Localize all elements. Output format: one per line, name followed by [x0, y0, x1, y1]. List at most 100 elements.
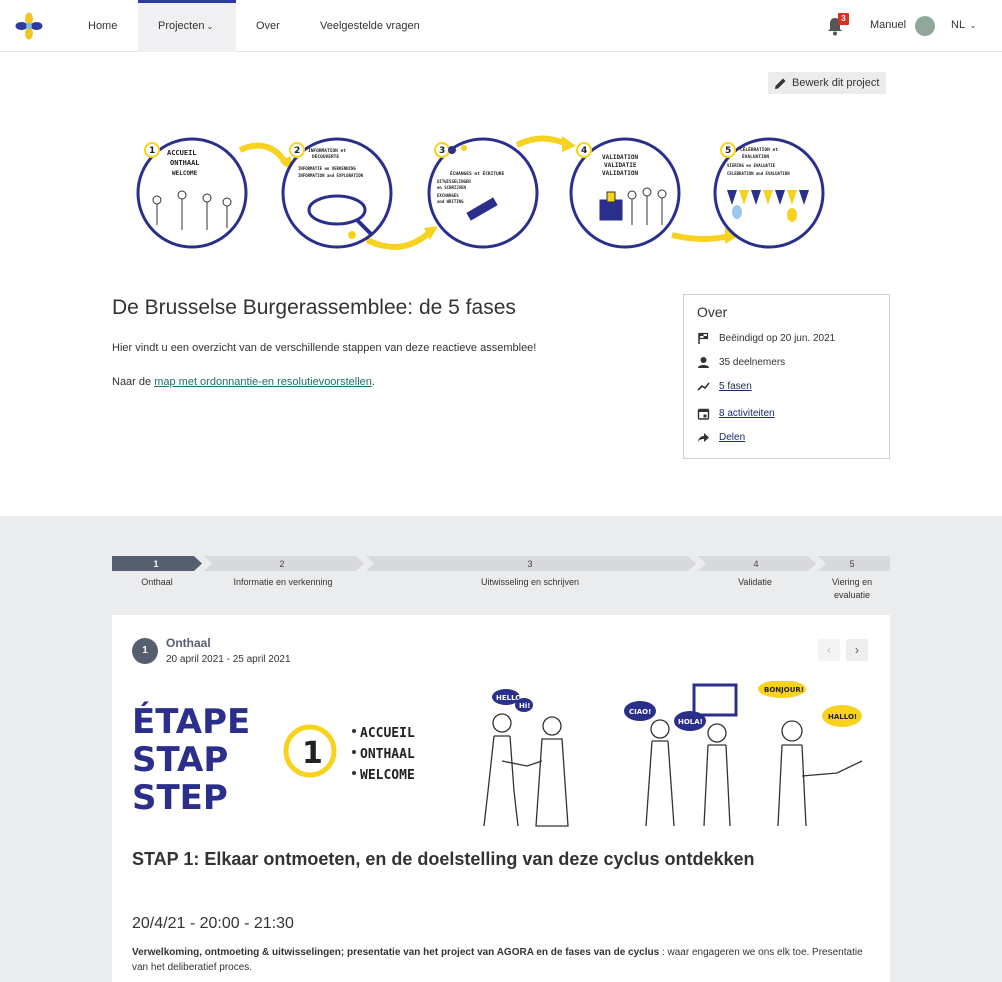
nav-faq-label: Veelgestelde vragen [320, 20, 420, 32]
chevron-down-icon: ⌄ [206, 22, 214, 31]
edit-project-label: Bewerk dit project [792, 77, 880, 89]
project-title: De Brusselse Burgerassemblee: de 5 fases [112, 296, 516, 319]
banner-text: WELCOME [172, 170, 198, 177]
proposals-map-link[interactable]: map met ordonnantie-en resolutievoorstel… [154, 376, 372, 388]
stap-text: STAP [132, 740, 228, 780]
stepper-num-2: 2 [279, 559, 284, 569]
about-row-share[interactable]: Delen [697, 431, 745, 444]
banner-text: en SCHRIJVEN [437, 185, 466, 190]
top-navbar: Home Projecten ⌄ Over Veelgestelde vragen… [0, 0, 1002, 52]
banner-num-4: 4 [581, 146, 587, 156]
chevron-right-icon: › [855, 643, 859, 657]
about-row-phases[interactable]: 5 fasen [697, 380, 752, 393]
session-time: 20/4/21 - 20:00 - 21:30 [132, 915, 294, 932]
share-icon [698, 433, 709, 442]
phase-illustration: ÉTAPE STAP STEP 1 ACCUEIL ONTHAAL WELCOM… [132, 681, 863, 827]
bubble-ciao: CIAO! [629, 708, 651, 716]
project-description: Hier vindt u een overzicht van de versch… [112, 342, 537, 354]
banner-text: ACCUEIL [167, 149, 197, 157]
about-title: Over [697, 304, 728, 320]
nav-about[interactable]: Over [236, 0, 300, 52]
illus-line-3: WELCOME [360, 768, 415, 783]
banner-text: VIERING en EVALUATIE [727, 163, 776, 168]
flag-icon [698, 332, 709, 344]
banner-text: INFORMATION et [308, 148, 346, 154]
banner-num-5: 5 [725, 146, 731, 156]
notification-badge: 3 [838, 13, 849, 25]
phase-card: 1 Onthaal 20 april 2021 - 25 april 2021 … [112, 615, 890, 982]
illus-line-2: ONTHAAL [360, 747, 415, 762]
banner-num-1: 1 [149, 146, 155, 156]
stepper-label-4[interactable]: Validatie [698, 576, 812, 589]
stepper-num-4: 4 [753, 559, 758, 569]
illus-line-1: ACCUEIL [360, 726, 415, 741]
about-phases-link[interactable]: 5 fasen [719, 381, 752, 392]
session-description: Verwelkoming, ontmoeting & uitwisselinge… [132, 945, 872, 975]
link-suffix: . [371, 376, 375, 388]
nav-projects-label: Projecten [158, 20, 205, 32]
chevron-down-icon: ⌄ [969, 21, 977, 30]
nav-about-label: Over [256, 20, 280, 32]
banner-text: UITWISSELINGEN [437, 179, 471, 184]
nav-projects[interactable]: Projecten ⌄ [138, 0, 236, 52]
nav-faq[interactable]: Veelgestelde vragen [300, 0, 440, 52]
link-prefix: Naar de [112, 376, 155, 388]
about-share-link[interactable]: Delen [719, 432, 745, 443]
nav-home[interactable]: Home [68, 0, 137, 52]
stepper-num-3: 3 [527, 559, 532, 569]
stepper-num-5: 5 [849, 559, 854, 569]
etape-text: ÉTAPE [132, 701, 250, 742]
about-participants-text: 35 deelnemers [719, 357, 786, 368]
banner-text: and WRITING [437, 199, 464, 204]
stepper-label-1[interactable]: Onthaal [112, 576, 202, 589]
step-text: STEP [132, 778, 228, 818]
session-description-bold: Verwelkoming, ontmoeting & uitwisselinge… [132, 947, 660, 958]
chevron-left-icon: ‹ [827, 643, 831, 657]
calendar-icon [697, 408, 710, 420]
bubble-hi: Hi! [519, 702, 530, 710]
logo-icon[interactable] [14, 11, 44, 41]
user-name[interactable]: Manuel [870, 19, 906, 31]
pencil-icon [775, 78, 786, 89]
about-row-activities[interactable]: 8 activiteiten [697, 407, 775, 420]
step-heading: STAP 1: Elkaar ontmoeten, en de doelstel… [132, 849, 755, 869]
language-selector[interactable]: NL ⌄ [951, 19, 976, 31]
bubble-hallo: HALLO! [828, 713, 857, 721]
about-activities-link[interactable]: 8 activiteiten [719, 408, 775, 419]
banner-text: VALIDATION [602, 170, 639, 177]
about-ended-text: Beëindigd op 20 jun. 2021 [719, 333, 836, 344]
phase-dates: 20 april 2021 - 25 april 2021 [166, 654, 291, 665]
phase-name: Onthaal [166, 636, 211, 650]
banner-text: ONTHAAL [170, 159, 200, 167]
phase-stepper: 1 2 3 4 5 [112, 556, 890, 571]
avatar[interactable] [915, 16, 935, 36]
trend-icon [697, 382, 710, 391]
language-label: NL [951, 19, 965, 31]
banner-text: INFORMATION and EXPLORATION [298, 173, 364, 178]
next-phase-button[interactable]: › [846, 639, 868, 661]
about-row-participants: 35 deelnemers [697, 356, 785, 369]
stepper-label-5[interactable]: Viering en evaluatie [822, 576, 882, 602]
previous-phase-button[interactable]: ‹ [818, 639, 840, 661]
person-icon [698, 357, 709, 368]
banner-text: INFORMATIE en VERKENNING [298, 166, 356, 171]
illus-number: 1 [302, 736, 323, 771]
about-box: Over Beëindigd op 20 jun. 2021 35 deelne… [683, 294, 890, 459]
stepper-label-3[interactable]: Uitwisseling en schrijven [366, 576, 694, 589]
phases-banner-illustration: 1 2 3 4 5 ACCUEIL ONTHAAL WELCOME INFORM… [136, 135, 825, 250]
banner-text: VALIDATION [602, 154, 639, 161]
bubble-bonjour: BONJOUR! [764, 686, 804, 694]
about-row-ended: Beëindigd op 20 jun. 2021 [697, 332, 835, 345]
banner-text: CELEBRATION and EVALUATION [727, 171, 790, 176]
banner-text: VALIDATIE [604, 162, 637, 169]
bubble-hola: HOLA! [678, 718, 703, 726]
project-link-line: Naar de map met ordonnantie-en resolutie… [112, 376, 632, 388]
edit-project-button[interactable]: Bewerk dit project [768, 72, 887, 94]
phase-number-badge: 1 [132, 638, 158, 664]
stepper-label-2[interactable]: Informatie en verkenning [204, 576, 362, 589]
stepper-num-1: 1 [153, 559, 158, 569]
banner-num-2: 2 [294, 146, 300, 156]
banner-num-3: 3 [439, 146, 445, 156]
banner-text: EXCHANGES [437, 193, 459, 198]
nav-home-label: Home [88, 20, 118, 32]
